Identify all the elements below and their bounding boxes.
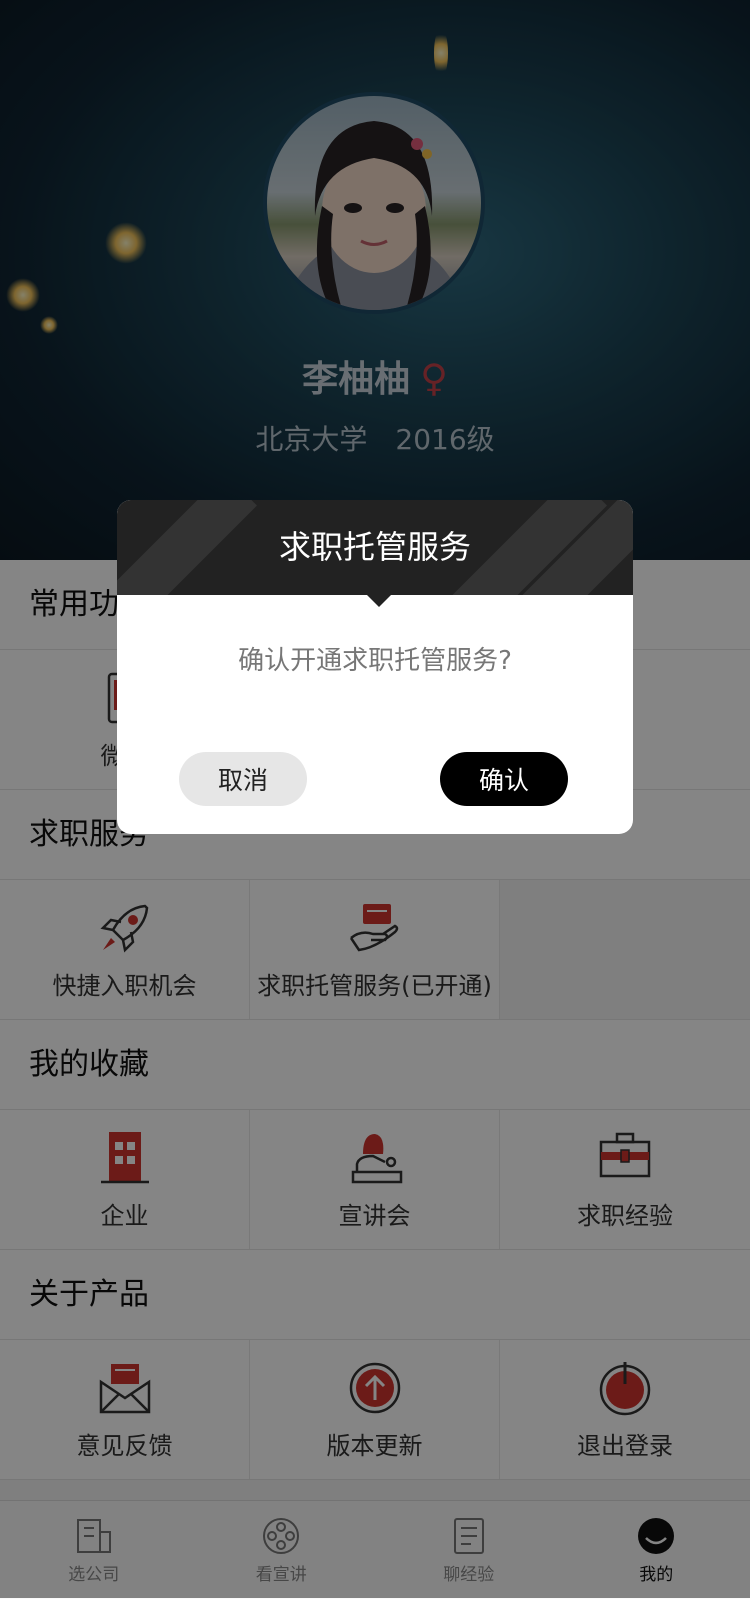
cancel-button[interactable]: 取消 [179, 752, 307, 806]
confirm-dialog: 求职托管服务 确认开通求职托管服务? 取消 确认 [117, 500, 633, 834]
dialog-header-notch [367, 595, 391, 607]
dialog-message: 确认开通求职托管服务? [117, 640, 633, 677]
dialog-header: 求职托管服务 [117, 500, 633, 595]
confirm-button[interactable]: 确认 [440, 752, 568, 806]
dialog-title: 求职托管服务 [117, 500, 633, 595]
